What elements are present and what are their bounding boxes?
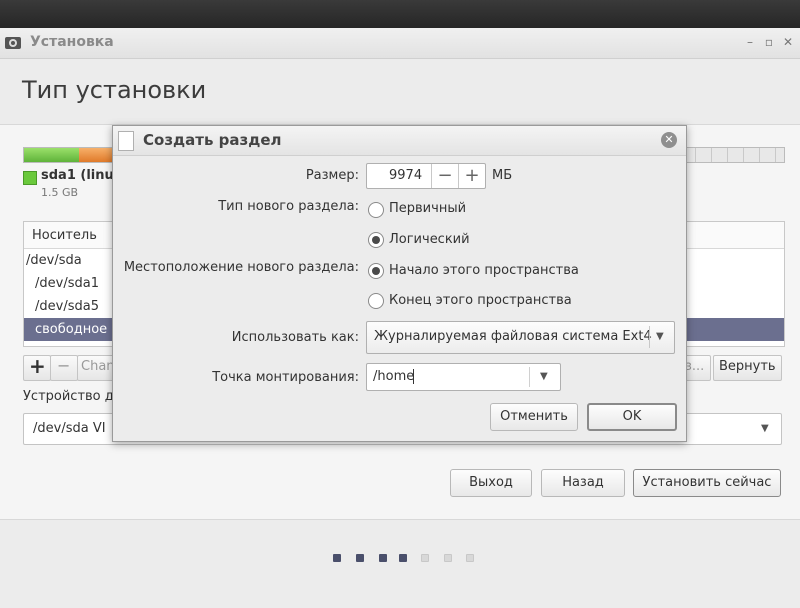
filesystem-select[interactable]: Журналируемая файловая система Ext4 ▼ bbox=[366, 321, 675, 354]
radio-location-begin[interactable] bbox=[368, 263, 384, 279]
radio-logical-label[interactable]: Логический bbox=[389, 232, 470, 247]
partition-location-label: Местоположение нового раздела: bbox=[123, 260, 359, 275]
use-as-label: Использовать как: bbox=[231, 330, 359, 345]
install-now-button[interactable]: Установить сейчас bbox=[633, 469, 781, 497]
dialog-icon bbox=[118, 131, 134, 151]
size-spinner[interactable]: 9974 − + bbox=[366, 163, 486, 189]
radio-location-begin-label[interactable]: Начало этого пространства bbox=[389, 263, 579, 278]
maximize-icon[interactable]: ▫ bbox=[763, 36, 775, 48]
dialog-titlebar: Создать раздел ✕ bbox=[113, 126, 686, 156]
minus-icon[interactable]: − bbox=[431, 164, 458, 188]
size-label: Размер: bbox=[305, 168, 359, 183]
progress-dot bbox=[379, 554, 387, 562]
quit-button[interactable]: Выход bbox=[450, 469, 532, 497]
revert-button[interactable]: Вернуть bbox=[713, 355, 782, 381]
combo-divider bbox=[649, 326, 650, 348]
partition-type-label: Тип нового раздела: bbox=[218, 199, 359, 214]
window-title: Установка bbox=[30, 34, 114, 50]
legend-color-swatch bbox=[23, 171, 37, 185]
back-button[interactable]: Назад bbox=[541, 469, 625, 497]
cancel-button[interactable]: Отменить bbox=[490, 403, 578, 431]
radio-location-end[interactable] bbox=[368, 293, 384, 309]
combo-divider bbox=[529, 367, 530, 387]
partition-bar-segment-sda5 bbox=[79, 148, 114, 162]
chevron-down-icon: ▼ bbox=[656, 331, 664, 342]
size-value: 9974 bbox=[389, 168, 423, 183]
minus-icon: − bbox=[57, 356, 71, 375]
progress-dot bbox=[356, 554, 364, 562]
progress-dot bbox=[444, 554, 452, 562]
page-title: Тип установки bbox=[22, 76, 207, 104]
column-header-device[interactable]: Носитель bbox=[32, 228, 97, 243]
close-icon[interactable]: ✕ bbox=[782, 36, 794, 48]
progress-dot bbox=[466, 554, 474, 562]
bootloader-label: Устройство д bbox=[23, 389, 114, 404]
dialog-title: Создать раздел bbox=[143, 131, 282, 149]
text-cursor bbox=[413, 369, 414, 384]
legend-partition-name: sda1 (linu bbox=[41, 168, 114, 183]
mount-point-combo[interactable]: /home ▼ bbox=[366, 363, 561, 391]
legend-partition-size: 1.5 GB bbox=[41, 186, 79, 199]
progress-dot bbox=[333, 554, 341, 562]
dialog-close-icon[interactable]: ✕ bbox=[661, 132, 677, 148]
plus-icon: + bbox=[29, 354, 46, 378]
filesystem-value: Журналируемая файловая система Ext4 bbox=[374, 329, 652, 344]
chevron-down-icon[interactable]: ▼ bbox=[540, 371, 548, 382]
add-partition-button[interactable]: + bbox=[23, 354, 51, 381]
installer-app-icon bbox=[5, 37, 21, 49]
radio-primary-label[interactable]: Первичный bbox=[389, 201, 466, 216]
minimize-icon[interactable]: – bbox=[744, 36, 756, 48]
progress-dot bbox=[421, 554, 429, 562]
radio-logical[interactable] bbox=[368, 232, 384, 248]
mount-point-label: Точка монтирования: bbox=[212, 370, 359, 385]
partition-bar-segment-sda1 bbox=[24, 148, 79, 162]
window-titlebar: Установка – ▫ ✕ bbox=[0, 28, 800, 59]
radio-primary[interactable] bbox=[368, 202, 384, 218]
remove-partition-button[interactable]: − bbox=[50, 355, 78, 381]
progress-dot bbox=[399, 554, 407, 562]
size-unit: МБ bbox=[492, 168, 513, 183]
radio-location-end-label[interactable]: Конец этого пространства bbox=[389, 293, 572, 308]
desktop-top-strip bbox=[0, 0, 800, 28]
plus-icon[interactable]: + bbox=[458, 164, 485, 188]
ok-button[interactable]: OK bbox=[587, 403, 677, 431]
mount-point-input[interactable]: /home bbox=[373, 369, 414, 384]
create-partition-dialog: Создать раздел ✕ Размер: 9974 − + МБ Тип… bbox=[112, 125, 687, 442]
chevron-down-icon: ▼ bbox=[761, 423, 769, 434]
